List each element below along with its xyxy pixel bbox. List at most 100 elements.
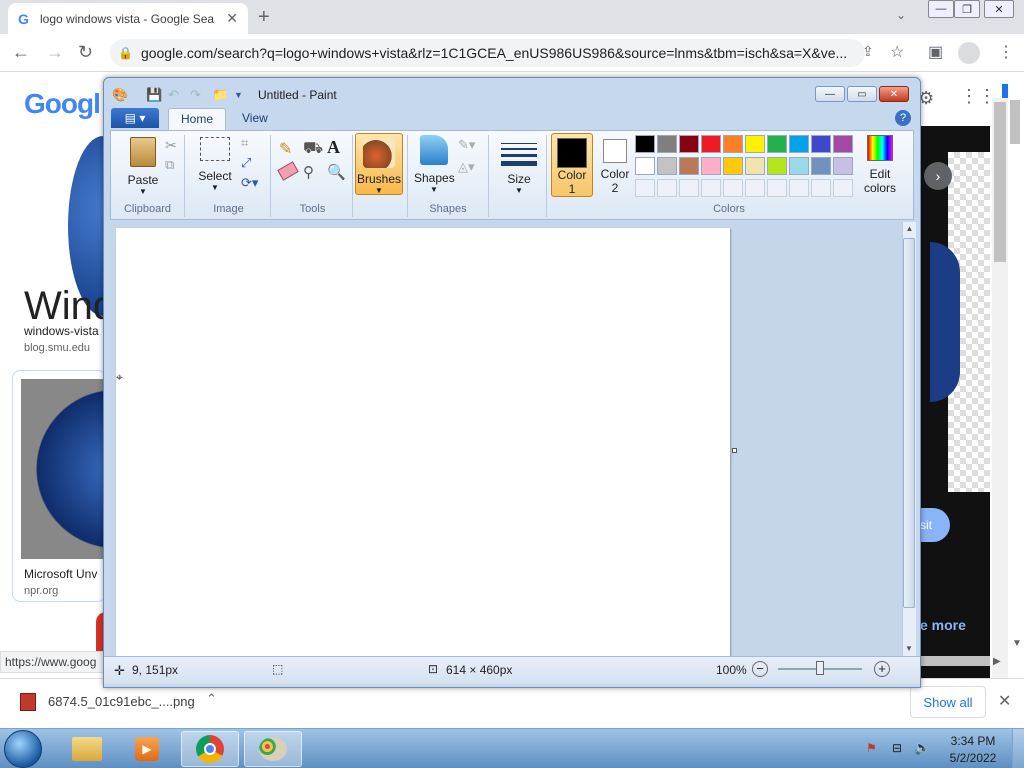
show-all-button[interactable]: Show all [910, 686, 986, 718]
palette-custom-slot[interactable] [723, 179, 743, 197]
download-file-name[interactable]: 6874.5_01c91ebc_....png [48, 694, 195, 709]
outer-scroll-down-arrow-icon[interactable]: ▼ [1012, 638, 1022, 649]
paint-maximize-button[interactable]: ▭ [847, 86, 877, 102]
network-icon[interactable]: ⊟ [892, 741, 902, 755]
result-2-caption[interactable]: Microsoft Unv [24, 567, 97, 581]
zoom-out-icon[interactable]: − [752, 661, 768, 677]
apps-grid-icon[interactable]: ⋮⋮ [960, 86, 996, 107]
brushes-button[interactable]: Brushes ▼ [355, 133, 403, 195]
zoom-slider-thumb[interactable] [816, 661, 824, 675]
fill-bucket-icon[interactable]: ⛟ [303, 139, 323, 159]
minimize-button[interactable]: — [928, 0, 954, 18]
palette-swatch[interactable] [701, 157, 721, 175]
google-logo[interactable]: Googl [24, 88, 101, 120]
paint-app-icon[interactable]: 🎨 [112, 87, 128, 103]
palette-custom-slot[interactable] [811, 179, 831, 197]
show-desktop-button[interactable] [1012, 729, 1024, 768]
browser-tab[interactable]: G logo windows vista - Google Sea ✕ [8, 3, 248, 34]
palette-custom-slot[interactable] [833, 179, 853, 197]
new-tab-button[interactable]: + [258, 6, 270, 29]
paste-button[interactable]: Paste ▼ [121, 137, 165, 196]
preview-image[interactable] [930, 242, 960, 402]
taskbar-media-player-icon[interactable]: ▶ [118, 731, 176, 767]
side-panel-icon[interactable]: ▣ [928, 42, 943, 62]
drawing-canvas[interactable]: ⌖ [116, 228, 730, 658]
start-orb-icon[interactable] [4, 730, 42, 768]
save-icon[interactable]: 💾 [146, 87, 162, 103]
taskbar-chrome-icon[interactable] [181, 731, 239, 767]
menu-kebab-icon[interactable]: ⋮ [998, 42, 1014, 62]
result-1-caption[interactable]: windows-vista [24, 324, 99, 338]
paint-menu-button[interactable]: ▤ ▾ [111, 108, 159, 128]
volume-icon[interactable]: 🔈 [914, 740, 930, 756]
tab-search-chevron-icon[interactable]: ⌄ [896, 8, 906, 22]
palette-swatch[interactable] [833, 157, 853, 175]
size-button[interactable]: Size ▼ [501, 137, 537, 195]
clock-time[interactable]: 3:34 PM [944, 734, 1002, 748]
palette-swatch[interactable] [723, 135, 743, 153]
tab-close-icon[interactable]: ✕ [226, 10, 238, 27]
back-arrow-icon[interactable]: ← [12, 42, 30, 63]
taskbar-paint-icon[interactable] [244, 731, 302, 767]
select-button[interactable]: Select ▼ [193, 137, 237, 192]
palette-swatch[interactable] [679, 157, 699, 175]
palette-custom-slot[interactable] [701, 179, 721, 197]
crop-icon[interactable]: ⌗ [241, 135, 248, 151]
color1-button[interactable]: Color 1 [551, 133, 593, 197]
palette-custom-slot[interactable] [745, 179, 765, 197]
tab-view[interactable]: View [230, 108, 280, 130]
palette-swatch[interactable] [657, 157, 677, 175]
paint-minimize-button[interactable]: — [815, 86, 845, 102]
undo-icon[interactable]: ↶ [168, 87, 179, 103]
palette-swatch[interactable] [635, 135, 655, 153]
resize-icon[interactable]: ⤢ [241, 155, 251, 171]
close-download-bar-icon[interactable]: ✕ [998, 691, 1011, 711]
scroll-up-arrow-icon[interactable]: ▲ [903, 224, 916, 233]
reload-icon[interactable]: ↻ [78, 42, 93, 63]
share-icon[interactable]: ⇪ [862, 43, 874, 60]
see-more-link[interactable]: e more [920, 617, 966, 633]
palette-swatch[interactable] [679, 135, 699, 153]
download-options-chevron-icon[interactable]: ⌃ [206, 691, 217, 707]
palette-swatch[interactable] [745, 157, 765, 175]
address-bar[interactable]: 🔒 google.com/search?q=logo+windows+vista… [110, 39, 865, 67]
palette-swatch[interactable] [767, 135, 787, 153]
paint-scrollbar-thumb[interactable] [903, 238, 915, 608]
magnifier-icon[interactable]: 🔍 [327, 163, 346, 181]
close-window-button[interactable]: ✕ [984, 0, 1014, 18]
pencil-icon[interactable]: ✎ [279, 139, 292, 159]
tab-home[interactable]: Home [168, 108, 227, 130]
result-card-2[interactable]: Microsoft Unv npr.org [12, 370, 107, 602]
palette-swatch[interactable] [767, 157, 787, 175]
forward-arrow-icon[interactable]: → [46, 42, 64, 63]
qat-customize-chevron-icon[interactable]: ▼ [234, 90, 243, 100]
palette-swatch[interactable] [723, 157, 743, 175]
redo-icon[interactable]: ↷ [190, 87, 201, 103]
rotate-icon[interactable]: ⟳▾ [241, 175, 258, 191]
qat-properties-icon[interactable]: 📁 [212, 87, 228, 103]
color2-button[interactable]: Color 2 [595, 133, 635, 197]
palette-swatch[interactable] [811, 157, 831, 175]
fill-icon[interactable]: ◬▾ [458, 159, 475, 175]
canvas-resize-handle[interactable] [732, 448, 737, 453]
text-tool-icon[interactable]: A [327, 137, 340, 158]
palette-swatch[interactable] [635, 157, 655, 175]
palette-custom-slot[interactable] [635, 179, 655, 197]
page-scrollbar-thumb[interactable] [994, 102, 1006, 262]
palette-swatch[interactable] [745, 135, 765, 153]
palette-swatch[interactable] [657, 135, 677, 153]
scroll-right-arrow-icon[interactable]: ▶ [993, 656, 1001, 667]
outer-scrollbar-thumb[interactable] [1010, 100, 1020, 144]
palette-custom-slot[interactable] [789, 179, 809, 197]
paint-title-bar[interactable]: 🎨 💾 ↶ ↷ 📁 ▼ Untitled - Paint — ▭ ✕ [104, 78, 920, 110]
palette-swatch[interactable] [789, 157, 809, 175]
palette-swatch[interactable] [833, 135, 853, 153]
scroll-down-arrow-icon[interactable]: ▼ [903, 644, 915, 653]
color-picker-icon[interactable]: ⚲ [303, 163, 314, 181]
palette-custom-slot[interactable] [767, 179, 787, 197]
edit-colors-button[interactable]: Edit colors [855, 133, 905, 197]
palette-swatch[interactable] [701, 135, 721, 153]
bookmark-star-icon[interactable]: ☆ [890, 42, 904, 62]
palette-swatch[interactable] [811, 135, 831, 153]
palette-custom-slot[interactable] [679, 179, 699, 197]
